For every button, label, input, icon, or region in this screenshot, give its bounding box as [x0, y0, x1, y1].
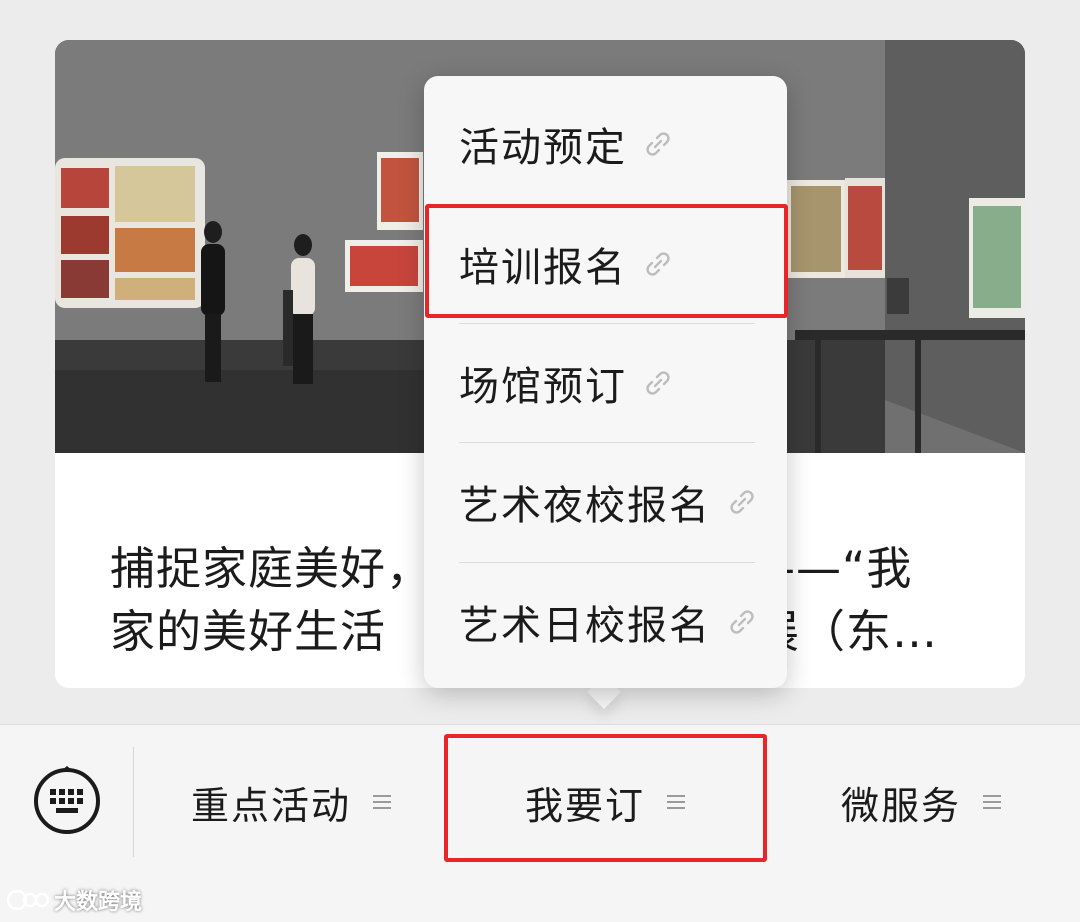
link-icon	[646, 132, 670, 156]
bottom-menu-label: 微服务	[840, 783, 961, 828]
watermark: 大数跨境	[6, 884, 142, 916]
submenu-item-label: 活动预定	[459, 125, 627, 171]
link-icon	[730, 490, 754, 514]
watermark-logo-icon	[6, 889, 50, 911]
submenu-item-label: 艺术夜校报名	[459, 483, 711, 529]
link-icon	[730, 610, 754, 634]
submenu-item-activity-booking[interactable]: 活动预定	[424, 84, 787, 204]
bottom-menu-label: 我要订	[524, 783, 645, 828]
bottom-menu-micro-services[interactable]: 微服务	[762, 747, 1080, 857]
bottom-menu-label: 重点活动	[190, 783, 351, 828]
bottom-menu-key-activities[interactable]: 重点活动	[134, 747, 448, 857]
submenu-item-venue-booking[interactable]: 场馆预订	[424, 323, 787, 443]
submenu-item-label: 艺术日校报名	[459, 603, 711, 649]
bottom-menu-booking[interactable]: 我要订	[448, 747, 762, 857]
menu-lines-icon	[667, 795, 685, 809]
submenu-item-label: 场馆预订	[459, 364, 627, 410]
link-icon	[646, 252, 670, 276]
submenu-item-art-night-school[interactable]: 艺术夜校报名	[424, 442, 787, 562]
submenu-item-training-signup[interactable]: 培训报名	[424, 204, 787, 324]
submenu-popup: 活动预定 培训报名 场馆预订 艺术夜校报名 艺术日校报名	[424, 76, 787, 688]
watermark-text: 大数跨境	[54, 890, 143, 915]
menu-lines-icon	[373, 795, 391, 809]
submenu-item-art-day-school[interactable]: 艺术日校报名	[424, 562, 787, 682]
keyboard-icon[interactable]	[30, 763, 104, 837]
article-title-line1: 捕捉家庭美好，	[110, 542, 433, 595]
menu-lines-icon	[983, 795, 1001, 809]
article-title-line2: 家的美好生活	[110, 605, 387, 658]
link-icon	[646, 371, 670, 395]
submenu-item-label: 培训报名	[459, 245, 627, 291]
bottom-menu-bar: 重点活动 我要订 微服务	[0, 724, 1080, 922]
